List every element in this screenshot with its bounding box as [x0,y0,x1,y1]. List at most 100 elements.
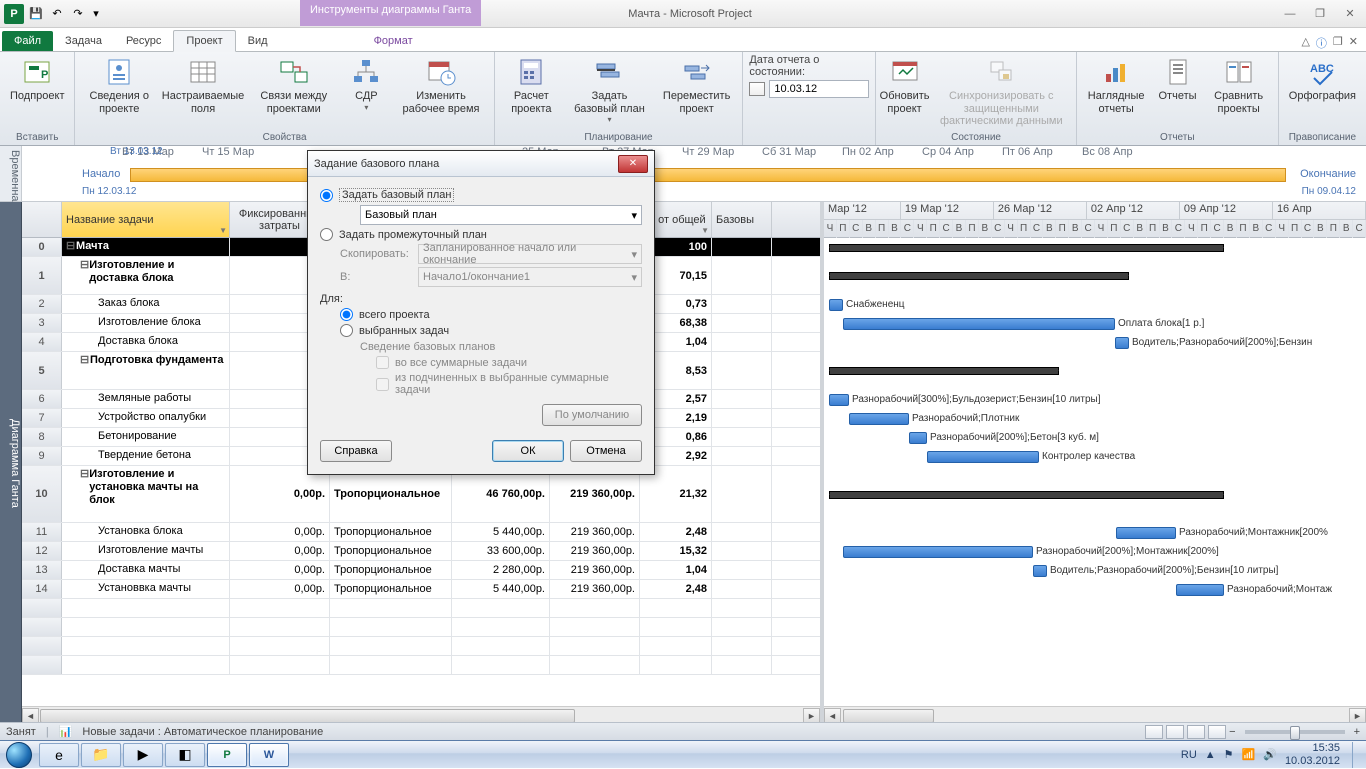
radio-set-baseline-label[interactable]: Задать базовый план [339,188,454,202]
help-icon[interactable]: ⓘ [1316,35,1327,51]
gantt-scroll-thumb[interactable] [843,709,934,723]
total-cost-cell[interactable]: 5 440,00р. [452,580,550,598]
set-baseline-button[interactable]: Задать базовый план▾ [568,54,651,126]
fixed-cost-cell[interactable]: 0,00р. [230,580,330,598]
subproject-button[interactable]: P Подпроект [6,54,68,105]
basework-cell[interactable] [712,257,772,294]
undo-button[interactable]: ↶ [48,5,66,23]
gantt-body[interactable]: СнабжененцОплата блока[1 р.]Водитель;Раз… [824,238,1366,706]
row-id[interactable]: 14 [22,580,62,598]
total-cost-cell[interactable]: 33 600,00р. [452,542,550,560]
gantt-summary-bar[interactable] [829,367,1059,375]
taskbar-explorer[interactable]: 📁 [81,743,121,767]
taskbar-word[interactable]: W [249,743,289,767]
row-id[interactable]: 13 [22,561,62,579]
project-links-button[interactable]: Связи между проектами [249,54,338,117]
table-row[interactable] [22,618,820,637]
compare-projects-button[interactable]: Сравнить проекты [1206,54,1272,117]
task-name-cell[interactable]: Установвка мачты [62,580,230,598]
accrual-cell[interactable]: Тропорциональное [330,542,452,560]
table-row[interactable]: 11Установка блока0,00р.Тропорциональное5… [22,523,820,542]
ok-button[interactable]: ОК [492,440,564,462]
update-project-button[interactable]: Обновить проект [882,54,926,117]
basework-cell[interactable] [712,314,772,332]
basework-cell[interactable] [712,428,772,446]
tray-language[interactable]: RU [1181,749,1197,761]
baseline-cost-cell[interactable]: 219 360,00р. [550,542,640,560]
gantt-task-bar[interactable]: Водитель;Разнорабочий[200%];Бензин[10 ли… [1033,565,1047,577]
wbs-button[interactable]: СДР▾ [344,54,388,114]
radio-for-all-label[interactable]: всего проекта [359,309,430,321]
task-name-cell[interactable]: Установка блока [62,523,230,541]
gantt-summary-bar[interactable] [829,244,1224,252]
tray-network-icon[interactable]: 📶 [1242,748,1256,761]
basework-cell[interactable] [712,580,772,598]
basework-cell[interactable] [712,447,772,465]
move-project-button[interactable]: Переместить проект [657,54,737,117]
timeline-side-label[interactable]: Временная [0,146,22,201]
radio-for-selected-label[interactable]: выбранных задач [359,325,449,337]
taskbar-ie[interactable]: e [39,743,79,767]
calc-project-button[interactable]: Расчет проекта [501,54,562,117]
percent-cell[interactable]: 1,04 [640,561,712,579]
tab-file[interactable]: Файл [2,31,53,51]
radio-for-all[interactable] [340,308,353,321]
radio-set-interim-label[interactable]: Задать промежуточный план [339,229,487,241]
gantt-task-bar[interactable]: Водитель;Разнорабочий[200%];Бензин [1115,337,1129,349]
taskbar-wmp[interactable]: ▶ [123,743,163,767]
table-row[interactable]: 12Изготовление мачты0,00р.Тропорциональн… [22,542,820,561]
basework-cell[interactable] [712,352,772,389]
total-cost-cell[interactable]: 2 280,00р. [452,561,550,579]
basework-cell[interactable] [712,523,772,541]
radio-set-interim[interactable] [320,228,333,241]
minimize-button[interactable]: — [1278,5,1302,23]
gantt-task-bar[interactable]: Разнорабочий;Монтажник[200% [1116,527,1176,539]
gantt-task-bar[interactable]: Разнорабочий[200%];Бетон[3 куб. м] [909,432,927,444]
help-button[interactable]: Справка [320,440,392,462]
row-id[interactable]: 3 [22,314,62,332]
table-row[interactable] [22,656,820,675]
calendar-small-icon[interactable] [749,82,765,96]
view-bar[interactable]: Диаграмма Ганта [0,202,22,724]
gantt-task-bar[interactable]: Контролер качества [927,451,1039,463]
gantt-task-bar[interactable]: Разнорабочий;Монтаж [1176,584,1224,596]
task-name-cell[interactable]: ⊟ Мачта [62,238,230,256]
table-row[interactable]: 13Доставка мачты0,00р.Тропорциональное2 … [22,561,820,580]
gantt-task-bar[interactable]: Разнорабочий[200%];Монтажник[200%] [843,546,1033,558]
taskbar-project[interactable]: P [207,743,247,767]
row-id[interactable]: 12 [22,542,62,560]
save-button[interactable]: 💾 [27,5,45,23]
task-name-cell[interactable]: Доставка мачты [62,561,230,579]
tray-action-icon[interactable]: ⚑ [1224,748,1234,761]
row-id[interactable]: 6 [22,390,62,408]
task-name-cell[interactable]: ⊟ Изготовление и доставка блока [62,257,230,294]
app-icon[interactable]: P [4,4,24,24]
row-id[interactable]: 4 [22,333,62,351]
row-id[interactable]: 5 [22,352,62,389]
tab-view[interactable]: Вид [236,31,280,51]
ribbon-minimize-icon[interactable]: △ [1301,35,1309,51]
task-name-cell[interactable]: Земляные работы [62,390,230,408]
col-basework[interactable]: Базовы [712,202,772,237]
row-id[interactable]: 7 [22,409,62,427]
task-name-cell[interactable]: Изготовление блока [62,314,230,332]
row-id[interactable]: 11 [22,523,62,541]
task-name-cell[interactable]: Бетонирование [62,428,230,446]
change-worktime-button[interactable]: Изменить рабочее время [394,54,487,117]
basework-cell[interactable] [712,238,772,256]
view-resource-button[interactable] [1208,725,1226,739]
project-info-button[interactable]: Сведения о проекте [81,54,157,117]
basework-cell[interactable] [712,561,772,579]
timeline-body[interactable]: Вт 13.03.12 Вт 13 МарЧт 15 Мар25 МарВт 2… [22,146,1366,201]
custom-fields-button[interactable]: Настраиваемые поля [163,54,243,117]
scroll-thumb[interactable] [40,709,575,723]
gantt-task-bar[interactable]: Разнорабочий[300%];Бульдозерист;Бензин[1… [829,394,849,406]
baseline-combo[interactable]: Базовый план▾ [360,205,642,225]
select-all-corner[interactable] [22,202,62,237]
table-row[interactable]: 14Установвка мачты0,00р.Тропорциональное… [22,580,820,599]
task-name-cell[interactable]: Устройство опалубки [62,409,230,427]
percent-cell[interactable]: 15,32 [640,542,712,560]
zoom-in-button[interactable]: + [1354,726,1360,738]
percent-cell[interactable]: 2,48 [640,523,712,541]
outline-toggle-icon[interactable]: ⊟ [66,240,76,253]
